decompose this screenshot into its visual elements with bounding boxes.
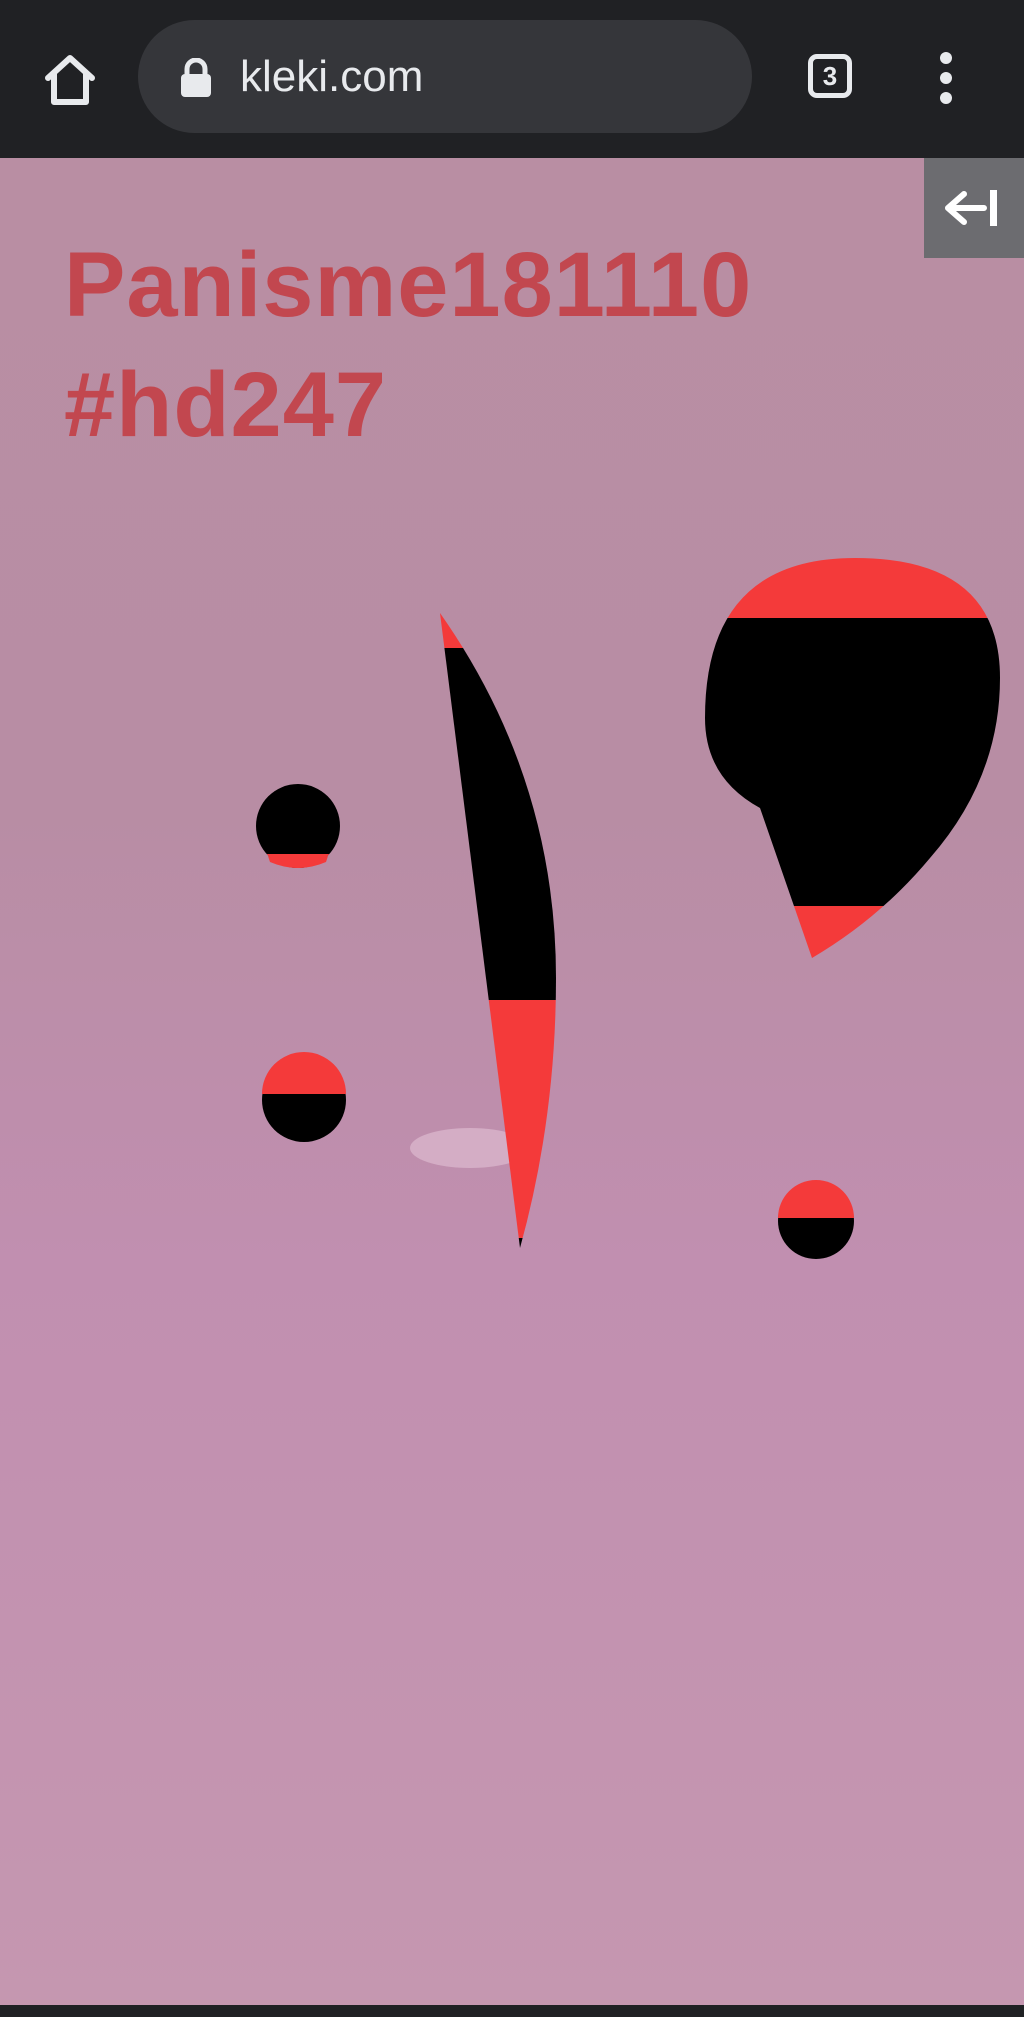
menu-dot — [940, 52, 952, 64]
collapse-panel-button[interactable] — [924, 158, 1024, 258]
bottom-edge — [0, 2005, 1024, 2017]
home-icon — [45, 55, 95, 105]
more-menu-button[interactable] — [920, 40, 972, 116]
lock-icon — [181, 58, 211, 97]
menu-dot — [940, 92, 952, 104]
menu-dot — [940, 72, 952, 84]
tab-count: 3 — [822, 61, 838, 91]
tab-switcher-icon: 3 — [808, 54, 852, 98]
collapse-panel-icon — [945, 190, 997, 226]
canvas-title-line-1: Panisme181110 — [64, 234, 753, 336]
home-button[interactable] — [30, 42, 110, 118]
url-text: kleki.com — [240, 52, 424, 101]
address-bar[interactable]: kleki.com — [138, 20, 752, 133]
tab-switcher-button[interactable]: 3 — [800, 48, 866, 108]
browser-toolbar: kleki.com 3 — [0, 0, 1024, 158]
canvas-title-line-2: #hd247 — [64, 354, 388, 456]
